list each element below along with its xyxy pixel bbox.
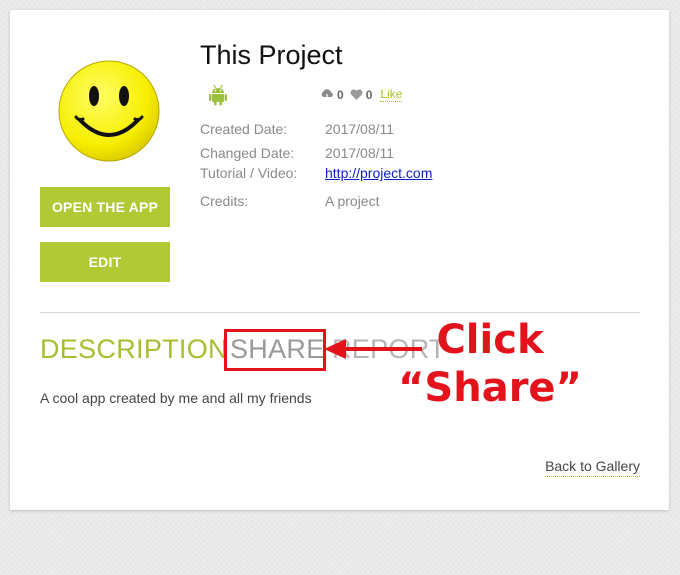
meta-label: Tutorial / Video: <box>200 165 298 181</box>
project-avatar-smiley-icon <box>58 60 160 162</box>
downloads-count: 0 <box>337 87 344 102</box>
back-to-gallery-link[interactable]: Back to Gallery <box>545 458 640 477</box>
annotation-line-1: Click <box>436 317 544 363</box>
meta-credits: Credits: A project <box>200 193 379 209</box>
tab-description[interactable]: DESCRIPTION <box>40 332 228 366</box>
like-link[interactable]: Like <box>380 87 403 102</box>
annotation-callout: Click “Share” <box>390 316 590 412</box>
meta-label: Credits: <box>200 193 249 209</box>
heart-icon <box>350 88 363 100</box>
annotation-line-2: “Share” <box>398 365 582 411</box>
meta-changed-date: Changed Date: 2017/08/11 <box>200 145 394 161</box>
tutorial-link[interactable]: http://project.com <box>325 165 432 181</box>
download-cloud-icon <box>321 88 333 101</box>
meta-created-date: Created Date: 2017/08/11 <box>200 121 394 137</box>
share-highlight-box <box>224 329 326 371</box>
open-app-button[interactable]: OPEN THE APP <box>40 187 170 227</box>
section-divider <box>40 312 640 313</box>
meta-value: 2017/08/11 <box>325 145 395 161</box>
likes-count: 0 <box>365 87 373 102</box>
meta-tutorial-video: Tutorial / Video: http://project.com <box>200 165 432 181</box>
project-title: This Project <box>200 40 343 70</box>
meta-value: A project <box>325 193 380 209</box>
description-text: A cool app created by me and all my frie… <box>40 390 312 406</box>
meta-label: Created Date: <box>200 121 288 137</box>
edit-button[interactable]: EDIT <box>40 242 170 282</box>
project-stats: 0 0 Like <box>320 87 403 102</box>
meta-label: Changed Date: <box>200 145 295 161</box>
project-card: OPEN THE APP EDIT This Project 0 0 Like … <box>10 10 669 510</box>
meta-value: 2017/08/11 <box>325 121 395 137</box>
android-icon <box>209 84 227 106</box>
